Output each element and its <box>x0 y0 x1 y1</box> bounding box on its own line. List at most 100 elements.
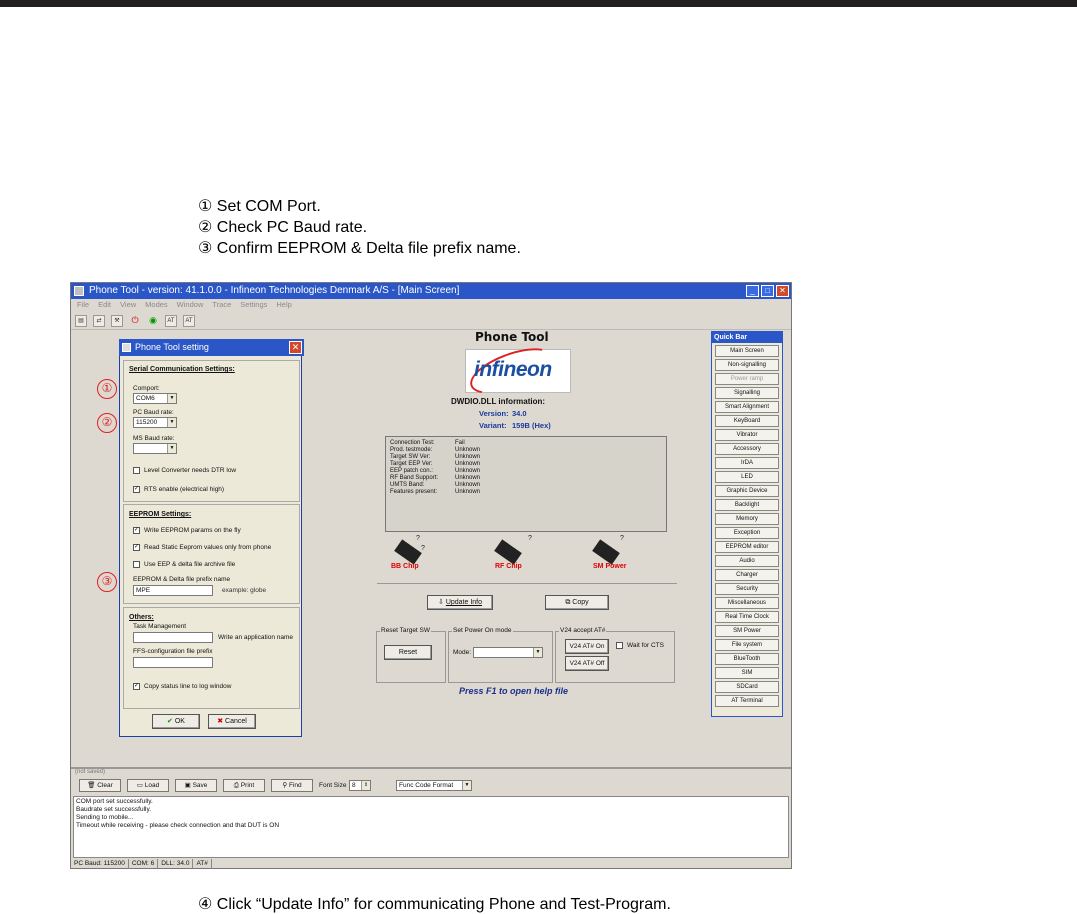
quickbar-accessory[interactable]: Accessory <box>715 443 779 455</box>
font-size-spinner[interactable]: 8 ⇕ <box>349 780 371 791</box>
find-button[interactable]: ⚲ Find <box>271 779 313 792</box>
power-on-group-title: Set Power On mode <box>452 627 513 634</box>
pc-baud-select[interactable]: 115200 ▼ <box>133 417 177 428</box>
v24-off-button[interactable]: V24 AT# Off <box>565 656 609 671</box>
rts-enable-label: RTS enable (electrical high) <box>144 486 225 493</box>
use-eep-checkbox[interactable]: Use EEP & delta file archive file <box>133 561 235 568</box>
quickbar-sim[interactable]: SIM <box>715 667 779 679</box>
power-on-icon[interactable]: ◉ <box>147 315 159 327</box>
update-info-button[interactable]: ⇩ Update Info <box>427 595 493 610</box>
save-button[interactable]: ▣ Save <box>175 779 217 792</box>
quickbar-vibrator[interactable]: Vibrator <box>715 429 779 441</box>
reset-group: Reset Target SW Reset <box>376 627 446 683</box>
clear-button[interactable]: 🗑 Clear <box>79 779 121 792</box>
ms-baud-select[interactable]: ▼ <box>133 443 177 454</box>
marker-2: ② <box>97 413 117 433</box>
save-label: Save <box>192 782 208 789</box>
quickbar-memory[interactable]: Memory <box>715 513 779 525</box>
print-button[interactable]: ⎙ Print <box>223 779 265 792</box>
status-dll: DLL: 34.0 <box>158 859 194 869</box>
menu-window[interactable]: Window <box>177 299 204 311</box>
print-label: Print <box>240 782 255 789</box>
copy-button[interactable]: ⧉ Copy <box>545 595 609 610</box>
quickbar-at-terminal[interactable]: AT Terminal <box>715 695 779 707</box>
prefix-example: example: globe <box>222 587 267 594</box>
menu-edit[interactable]: Edit <box>98 299 111 311</box>
bb-chip-label: BB Chip <box>391 563 419 570</box>
quickbar-power-ramp[interactable]: Power ramp <box>715 373 779 385</box>
power-off-icon[interactable]: ⏻ <box>129 315 141 327</box>
quickbar-miscellaneous[interactable]: Miscellaneous <box>715 597 779 609</box>
checkbox-box <box>616 642 623 649</box>
checkmark-icon: ✓ <box>133 527 140 534</box>
log-output[interactable]: COM port set successfully. Baudrate set … <box>73 796 789 858</box>
dialog-icon <box>122 343 131 352</box>
tools-icon[interactable]: ⚒ <box>111 315 123 327</box>
quickbar-audio[interactable]: Audio <box>715 555 779 567</box>
format-select[interactable]: Func Code Format ▼ <box>396 780 472 791</box>
use-eep-label: Use EEP & delta file archive file <box>144 561 236 568</box>
info-row: Prod. testmode: Unknown <box>390 447 481 453</box>
step-2: ② Check PC Baud rate. <box>198 219 368 236</box>
rts-enable-checkbox[interactable]: ✓ RTS enable (electrical high) <box>133 486 224 493</box>
divider <box>377 583 677 584</box>
prefix-input[interactable]: MPE <box>133 585 213 596</box>
quickbar-eeprom-editor[interactable]: EEPROM editor <box>715 541 779 553</box>
quickbar-real-time-clock[interactable]: Real Time Clock <box>715 611 779 623</box>
at-off-icon[interactable]: AT <box>183 315 195 327</box>
dialog-close-button[interactable]: ✕ <box>289 341 302 354</box>
menu-file[interactable]: File <box>77 299 89 311</box>
quickbar-irda[interactable]: IrDA <box>715 457 779 469</box>
close-button[interactable]: ✕ <box>776 285 789 297</box>
quickbar-led[interactable]: LED <box>715 471 779 483</box>
quickbar-keyboard[interactable]: KeyBoard <box>715 415 779 427</box>
quickbar-main-screen[interactable]: Main Screen <box>715 345 779 357</box>
at-on-icon[interactable]: AT <box>165 315 177 327</box>
ffs-input[interactable] <box>133 657 213 668</box>
menu-view[interactable]: View <box>120 299 136 311</box>
quickbar-graphic-device[interactable]: Graphic Device <box>715 485 779 497</box>
others-group: Others: Task Management Write an applica… <box>123 607 300 709</box>
v24-on-button[interactable]: V24 AT# On <box>565 639 609 654</box>
connection-info-box: Connection Test: Fail Prod. testmode: Unkn… <box>385 436 667 532</box>
serial-group: Serial Communication Settings: Comport: … <box>123 360 300 502</box>
quickbar-non-signalling[interactable]: Non-signalling <box>715 359 779 371</box>
variant-label: Variant: <box>479 421 507 430</box>
phone-icon[interactable]: ▤ <box>75 315 87 327</box>
reset-button[interactable]: Reset <box>384 645 432 660</box>
quickbar-security[interactable]: Security <box>715 583 779 595</box>
info-row: Target SW Ver: Unknown <box>390 454 481 460</box>
quickbar-sm-power[interactable]: SM Power <box>715 625 779 637</box>
comport-select[interactable]: COM6 ▼ <box>133 393 177 404</box>
copy-status-checkbox[interactable]: ✓ Copy status line to log window <box>133 683 231 690</box>
minimize-button[interactable]: _ <box>746 285 759 297</box>
quickbar-smart-alignment[interactable]: Smart Alignment <box>715 401 779 413</box>
version-value: 34.0 <box>512 409 527 418</box>
wait-cts-checkbox[interactable]: Wait for CTS <box>616 642 664 649</box>
menu-settings[interactable]: Settings <box>240 299 267 311</box>
level-converter-checkbox[interactable]: Level Converter needs DTR low <box>133 467 236 474</box>
quickbar-exception[interactable]: Exception <box>715 527 779 539</box>
load-button[interactable]: ▭ Load <box>127 779 169 792</box>
read-static-checkbox[interactable]: ✓ Read Static Eeprom values only from pho… <box>133 544 271 551</box>
write-eeprom-checkbox[interactable]: ✓ Write EEPROM params on the fly <box>133 527 241 534</box>
connect-icon[interactable]: ⇄ <box>93 315 105 327</box>
quickbar-signalling[interactable]: Signalling <box>715 387 779 399</box>
maximize-button[interactable]: □ <box>761 285 774 297</box>
task-mgmt-input[interactable] <box>133 632 213 643</box>
quickbar-sdcard[interactable]: SDCard <box>715 681 779 693</box>
menu-help[interactable]: Help <box>276 299 291 311</box>
cancel-button[interactable]: ✖ Cancel <box>208 714 256 729</box>
infineon-logo: infineon <box>464 339 571 403</box>
sm-power-icon <box>592 539 620 565</box>
update-icon: ⇩ <box>437 599 444 606</box>
log-title: (not saved) <box>75 769 106 775</box>
quickbar-bluetooth[interactable]: BlueTooth <box>715 653 779 665</box>
quickbar-charger[interactable]: Charger <box>715 569 779 581</box>
quickbar-backlight[interactable]: Backlight <box>715 499 779 511</box>
mode-select[interactable]: ▼ <box>473 647 543 658</box>
ok-button[interactable]: ✔ OK <box>152 714 200 729</box>
quickbar-file-system[interactable]: File system <box>715 639 779 651</box>
menu-trace[interactable]: Trace <box>212 299 231 311</box>
menu-modes[interactable]: Modes <box>145 299 168 311</box>
